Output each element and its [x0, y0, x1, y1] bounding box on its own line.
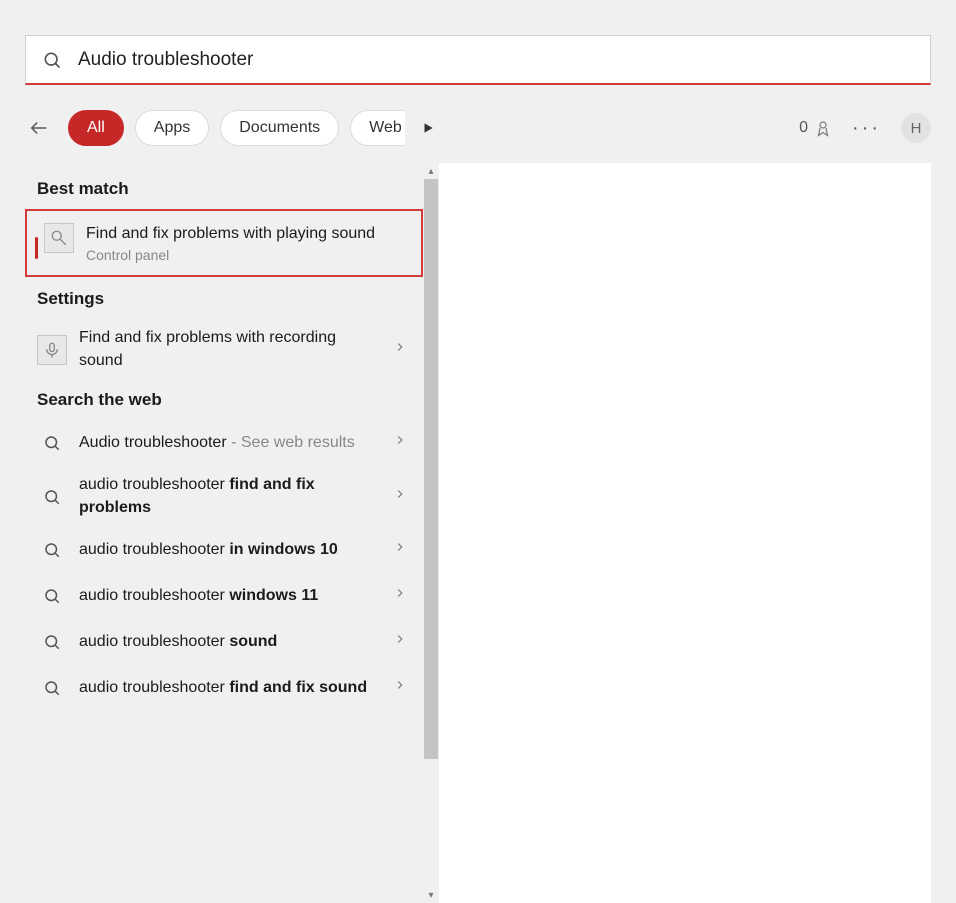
avatar-initial: H	[911, 120, 922, 137]
chevron-right-icon	[393, 340, 413, 360]
chevron-right-icon	[393, 678, 413, 698]
search-icon	[37, 581, 67, 611]
chevron-right-icon	[393, 586, 413, 606]
search-icon	[37, 428, 67, 458]
web-result[interactable]: audio troubleshooter sound	[25, 619, 423, 665]
scroll-up-button[interactable]: ▴	[423, 163, 439, 179]
rewards-indicator[interactable]: 0	[799, 119, 832, 137]
rewards-count: 0	[799, 119, 808, 137]
selection-marker	[35, 237, 38, 259]
search-icon	[37, 535, 67, 565]
filter-tab-all[interactable]: All	[68, 110, 124, 146]
filter-row: All Apps Documents Web Settings People F…	[25, 105, 931, 151]
chevron-right-icon	[393, 487, 413, 507]
chevron-right-icon	[393, 433, 413, 453]
filter-tab-apps[interactable]: Apps	[135, 110, 209, 146]
web-result-title: audio troubleshooter sound	[79, 631, 381, 653]
best-match-title: Find and fix problems with playing sound	[86, 223, 379, 245]
web-result[interactable]: audio troubleshooter windows 11	[25, 573, 423, 619]
rewards-icon	[814, 119, 832, 137]
web-result[interactable]: audio troubleshooter find and fix proble…	[25, 466, 423, 527]
web-result[interactable]: audio troubleshooter find and fix sound	[25, 665, 423, 711]
section-web: Search the web	[37, 390, 411, 410]
scroll-thumb[interactable]	[424, 179, 438, 759]
best-match-subtitle: Control panel	[86, 247, 379, 263]
section-settings: Settings	[37, 289, 411, 309]
chevron-right-icon	[393, 540, 413, 560]
settings-result[interactable]: Find and fix problems with recording sou…	[25, 319, 423, 380]
best-match-result[interactable]: Find and fix problems with playing sound…	[25, 209, 423, 277]
results-panel: Best match Find and fix problems with pl…	[25, 163, 423, 903]
web-result[interactable]: audio troubleshooter in windows 10	[25, 527, 423, 573]
search-icon	[37, 482, 67, 512]
scroll-track[interactable]	[423, 179, 439, 887]
more-options-button[interactable]: ···	[852, 117, 881, 140]
back-button[interactable]	[25, 114, 53, 142]
preview-panel	[439, 163, 931, 903]
filter-tab-documents[interactable]: Documents	[220, 110, 339, 146]
chevron-right-icon	[393, 632, 413, 652]
web-result[interactable]: Audio troubleshooter - See web results	[25, 420, 423, 466]
scrollbar[interactable]: ▴ ▾	[423, 163, 439, 903]
search-bar	[25, 35, 931, 85]
filter-tab-web[interactable]: Web	[350, 110, 405, 146]
right-tools: 0 ··· H	[799, 113, 931, 143]
web-result-title: Audio troubleshooter - See web results	[79, 432, 381, 454]
search-icon	[37, 673, 67, 703]
troubleshooter-icon	[44, 223, 74, 253]
scroll-down-button[interactable]: ▾	[423, 887, 439, 903]
filters-scroll-right-button[interactable]	[416, 116, 440, 140]
avatar[interactable]: H	[901, 113, 931, 143]
search-icon	[37, 627, 67, 657]
mic-troubleshooter-icon	[37, 335, 67, 365]
web-result-title: audio troubleshooter find and fix sound	[79, 677, 381, 699]
filter-tabs: All Apps Documents Web Settings People F…	[68, 110, 405, 146]
search-input[interactable]	[78, 49, 930, 71]
web-result-title: audio troubleshooter windows 11	[79, 585, 381, 607]
settings-result-title: Find and fix problems with recording sou…	[79, 327, 381, 372]
web-result-title: audio troubleshooter find and fix proble…	[79, 474, 381, 519]
search-icon	[40, 48, 64, 72]
web-result-title: audio troubleshooter in windows 10	[79, 539, 381, 561]
section-best-match: Best match	[37, 179, 411, 199]
